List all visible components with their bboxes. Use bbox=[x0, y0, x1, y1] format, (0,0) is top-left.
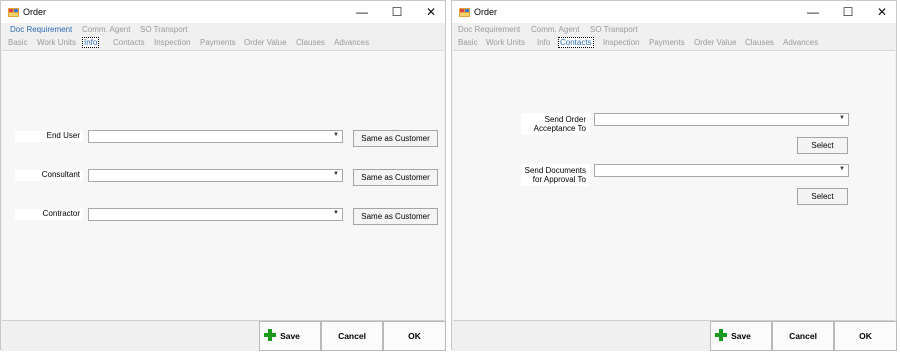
tab-info[interactable]: Info bbox=[82, 37, 100, 48]
tab-row-top: Doc Requirement Comm. Agent SO Transport bbox=[452, 25, 896, 37]
plus-icon bbox=[264, 329, 276, 341]
order-window-contacts: Order — ☐ ✕ Doc Requirement Comm. Agent … bbox=[451, 0, 897, 351]
footer-bar: Save Cancel OK bbox=[2, 320, 446, 351]
contacts-panel: Send Order Acceptance To ▼ Select Send D… bbox=[453, 50, 895, 321]
plus-icon bbox=[715, 329, 727, 341]
consultant-combo[interactable]: ▼ bbox=[88, 169, 343, 182]
tab-comm-agent[interactable]: Comm. Agent bbox=[531, 25, 579, 34]
cancel-button[interactable]: Cancel bbox=[772, 321, 834, 351]
tab-row-bottom: Basic Work Units Info Contacts Inspectio… bbox=[452, 37, 896, 50]
info-panel: End User ▼ Same as Customer Consultant ▼… bbox=[2, 50, 444, 321]
chevron-down-icon: ▼ bbox=[333, 210, 339, 216]
ok-button[interactable]: OK bbox=[834, 321, 897, 351]
window-title: Order bbox=[474, 7, 498, 17]
tab-advances[interactable]: Advances bbox=[334, 38, 369, 47]
save-button[interactable]: Save bbox=[259, 321, 321, 351]
maximize-button[interactable]: ☐ bbox=[380, 1, 414, 23]
minimize-button[interactable]: — bbox=[796, 1, 830, 23]
tab-so-transport[interactable]: SO Transport bbox=[590, 25, 638, 34]
order-app-icon bbox=[8, 8, 19, 17]
tab-contacts[interactable]: Contacts bbox=[113, 38, 145, 47]
tab-advances[interactable]: Advances bbox=[783, 38, 818, 47]
contractor-same-as-customer-button[interactable]: Same as Customer bbox=[353, 208, 438, 225]
tab-row-bottom: Basic Work Units Info Contacts Inspectio… bbox=[1, 37, 445, 50]
order-window-info: Order — ☐ ✕ Doc Requirement Comm. Agent … bbox=[0, 0, 446, 351]
send-documents-combo[interactable]: ▼ bbox=[594, 164, 849, 177]
tab-payments[interactable]: Payments bbox=[649, 38, 685, 47]
tab-work-units[interactable]: Work Units bbox=[37, 38, 76, 47]
tab-order-value[interactable]: Order Value bbox=[694, 38, 737, 47]
tab-basic[interactable]: Basic bbox=[458, 38, 478, 47]
save-button[interactable]: Save bbox=[710, 321, 772, 351]
title-bar: Order — ☐ ✕ bbox=[1, 1, 445, 23]
window-title: Order bbox=[23, 7, 47, 17]
tab-info[interactable]: Info bbox=[537, 38, 550, 47]
tab-basic[interactable]: Basic bbox=[8, 38, 28, 47]
cancel-button[interactable]: Cancel bbox=[321, 321, 383, 351]
tab-so-transport[interactable]: SO Transport bbox=[140, 25, 188, 34]
close-button[interactable]: ✕ bbox=[865, 1, 899, 23]
tab-payments[interactable]: Payments bbox=[200, 38, 236, 47]
close-button[interactable]: ✕ bbox=[414, 1, 448, 23]
tab-inspection[interactable]: Inspection bbox=[154, 38, 190, 47]
end-user-combo[interactable]: ▼ bbox=[88, 130, 343, 143]
send-order-acceptance-select-button[interactable]: Select bbox=[797, 137, 848, 154]
contractor-combo[interactable]: ▼ bbox=[88, 208, 343, 221]
send-order-acceptance-combo[interactable]: ▼ bbox=[594, 113, 849, 126]
send-documents-label-line2: for Approval To bbox=[532, 175, 586, 184]
tab-inspection[interactable]: Inspection bbox=[603, 38, 639, 47]
tab-doc-requirement[interactable]: Doc Requirement bbox=[458, 25, 520, 34]
tab-work-units[interactable]: Work Units bbox=[486, 38, 525, 47]
send-documents-select-button[interactable]: Select bbox=[797, 188, 848, 205]
save-label: Save bbox=[731, 331, 751, 341]
chevron-down-icon: ▼ bbox=[333, 132, 339, 138]
chevron-down-icon: ▼ bbox=[839, 115, 845, 121]
send-order-acceptance-label-line1: Send Order bbox=[544, 115, 586, 124]
tab-row-top: Doc Requirement Comm. Agent SO Transport bbox=[1, 25, 445, 37]
title-bar: Order — ☐ ✕ bbox=[452, 1, 896, 23]
chevron-down-icon: ▼ bbox=[839, 166, 845, 172]
send-documents-label-line1: Send Documents bbox=[524, 166, 586, 175]
tab-comm-agent[interactable]: Comm. Agent bbox=[82, 25, 130, 34]
chevron-down-icon: ▼ bbox=[333, 171, 339, 177]
tab-doc-requirement[interactable]: Doc Requirement bbox=[10, 25, 72, 34]
tab-clauses[interactable]: Clauses bbox=[745, 38, 774, 47]
contractor-label: Contractor bbox=[42, 209, 80, 218]
consultant-same-as-customer-button[interactable]: Same as Customer bbox=[353, 169, 438, 186]
ok-button[interactable]: OK bbox=[383, 321, 446, 351]
end-user-same-as-customer-button[interactable]: Same as Customer bbox=[353, 130, 438, 147]
save-label: Save bbox=[280, 331, 300, 341]
send-order-acceptance-label-line2: Acceptance To bbox=[533, 124, 586, 133]
footer-bar: Save Cancel OK bbox=[453, 320, 897, 351]
tab-order-value[interactable]: Order Value bbox=[244, 38, 287, 47]
minimize-button[interactable]: — bbox=[345, 1, 379, 23]
end-user-label: End User bbox=[46, 131, 80, 140]
order-app-icon bbox=[459, 8, 470, 17]
tab-clauses[interactable]: Clauses bbox=[296, 38, 325, 47]
consultant-label: Consultant bbox=[41, 170, 80, 179]
tab-contacts[interactable]: Contacts bbox=[558, 37, 594, 48]
maximize-button[interactable]: ☐ bbox=[831, 1, 865, 23]
